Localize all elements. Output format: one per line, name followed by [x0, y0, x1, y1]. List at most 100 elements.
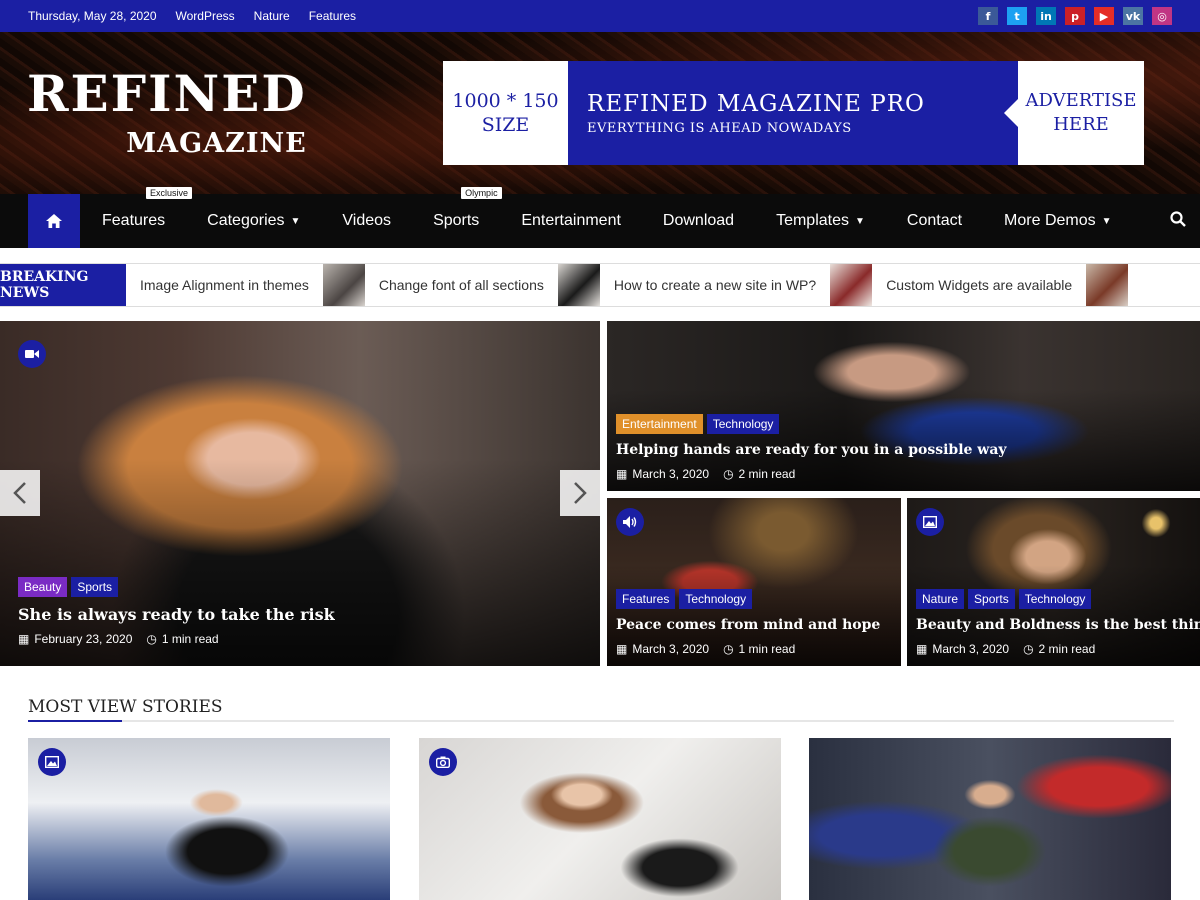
post-date-text: March 3, 2020	[632, 642, 710, 656]
nav-item-entertainment[interactable]: Entertainment	[521, 212, 621, 230]
story-card[interactable]	[28, 738, 390, 900]
ad-banner-center: REFINED MAGAZINE PRO EVERYTHING IS AHEAD…	[568, 61, 1018, 165]
breaking-news-thumbnail[interactable]	[322, 264, 365, 306]
slider-prev-button[interactable]	[0, 470, 40, 516]
post-meta: ▦ March 3, 2020 ◷ 2 min read	[916, 642, 1095, 656]
category-badge[interactable]: Technology	[679, 589, 753, 609]
post-title[interactable]: She is always ready to take the risk	[18, 605, 335, 624]
breaking-news-item[interactable]: How to create a new site in WP?	[600, 264, 830, 306]
image-icon	[923, 516, 937, 528]
nav-item-label: More Demos	[1004, 212, 1096, 229]
post-read-text: 2 min read	[738, 467, 796, 481]
nav-item-contact[interactable]: Contact	[907, 212, 962, 230]
post-date: ▦ March 3, 2020	[616, 467, 709, 481]
breaking-news-item[interactable]: Image Alignment in themes	[126, 264, 323, 306]
post-meta: ▦ February 23, 2020 ◷ 1 min read	[18, 632, 219, 646]
category-badge[interactable]: Technology	[706, 414, 780, 434]
calendar-icon: ▦	[18, 632, 30, 646]
category-badge[interactable]: Entertainment	[616, 414, 703, 434]
slider-next-button[interactable]	[560, 470, 600, 516]
calendar-icon: ▦	[616, 642, 628, 656]
main-navigation: Features Exclusive Categories ▼ Videos Sports…	[0, 187, 1200, 248]
breaking-news-thumbnail[interactable]	[557, 264, 600, 306]
post-read-text: 1 min read	[738, 642, 796, 656]
camera-badge	[429, 748, 457, 776]
youtube-icon[interactable]: ▶	[1094, 7, 1114, 25]
top-link-wordpress[interactable]: WordPress	[176, 9, 235, 23]
image-badge	[38, 748, 66, 776]
category-badge[interactable]: Technology	[1018, 589, 1092, 609]
ad-advertise-line-1: ADVERTISE	[1025, 90, 1137, 111]
post-date: ▦ March 3, 2020	[616, 642, 709, 656]
clock-icon: ◷	[146, 632, 157, 646]
camera-icon	[436, 756, 450, 768]
post-meta: ▦ March 3, 2020 ◷ 2 min read	[616, 467, 795, 481]
post-title[interactable]: Beauty and Boldness is the best thing to…	[916, 617, 1200, 633]
nav-item-categories[interactable]: Categories ▼	[207, 212, 300, 230]
video-icon	[18, 340, 46, 368]
nav-item-download[interactable]: Download	[663, 212, 734, 230]
pinterest-icon[interactable]: p	[1065, 7, 1085, 25]
logo-line-2: MAGAZINE	[126, 128, 307, 159]
breaking-news-text: How to create a new site in WP?	[613, 277, 817, 293]
breaking-news-text: Image Alignment in themes	[140, 277, 309, 293]
post-date-text: February 23, 2020	[34, 632, 133, 646]
post-read-text: 1 min read	[161, 632, 219, 646]
nav-item-features[interactable]: Features Exclusive	[102, 187, 193, 230]
post-date-text: March 3, 2020	[932, 642, 1010, 656]
instagram-icon[interactable]: ◎	[1152, 7, 1172, 25]
breaking-news-text: Change font of all sections	[378, 277, 544, 293]
twitter-icon[interactable]: t	[1007, 7, 1027, 25]
home-button[interactable]	[28, 194, 80, 248]
header-advertisement[interactable]: 1000 * 150 SIZE REFINED MAGAZINE PRO EVE…	[443, 61, 1144, 165]
post-meta: ▦ March 3, 2020 ◷ 1 min read	[616, 642, 795, 656]
category-badge[interactable]: Sports	[71, 577, 119, 597]
linkedin-icon[interactable]: in	[1036, 7, 1056, 25]
nav-item-templates[interactable]: Templates ▼	[776, 212, 865, 230]
post-title[interactable]: Peace comes from mind and hope	[616, 617, 880, 633]
category-badge[interactable]: Nature	[916, 589, 965, 609]
category-badge[interactable]: Beauty	[18, 577, 68, 597]
top-link-nature[interactable]: Nature	[254, 9, 290, 23]
nav-item-label: Entertainment	[521, 212, 621, 229]
breaking-news-ticker: BREAKING NEWS Image Alignment in themes …	[0, 263, 1200, 307]
top-link-features[interactable]: Features	[309, 9, 356, 23]
featured-post-top-right[interactable]: Entertainment Technology Helping hands a…	[607, 321, 1200, 491]
calendar-icon: ▦	[616, 467, 628, 481]
facebook-icon[interactable]: f	[978, 7, 998, 25]
logo-line-1: REFINED	[27, 64, 307, 123]
breaking-news-item[interactable]: Custom Widgets are available	[872, 264, 1086, 306]
featured-post-bottom-right[interactable]: Nature Sports Technology Beauty and Bold…	[907, 498, 1200, 666]
nav-item-videos[interactable]: Videos	[342, 212, 391, 230]
nav-item-label: Download	[662, 212, 735, 229]
story-card[interactable]	[809, 738, 1171, 900]
site-logo[interactable]: REFINED MAGAZINE	[27, 64, 307, 160]
chevron-left-icon	[13, 482, 26, 504]
nav-item-tag: Olympic	[461, 187, 502, 199]
post-date: ▦ March 3, 2020	[916, 642, 1009, 656]
featured-post-bottom-left[interactable]: Features Technology Peace comes from min…	[607, 498, 901, 666]
post-read-text: 2 min read	[1038, 642, 1096, 656]
ad-subtitle: EVERYTHING IS AHEAD NOWADAYS	[587, 120, 852, 136]
category-badge[interactable]: Features	[616, 589, 676, 609]
clock-icon: ◷	[723, 467, 734, 481]
ad-size-box: 1000 * 150 SIZE	[443, 61, 568, 165]
ad-size-line-1: 1000 * 150	[452, 90, 559, 112]
ad-advertise-line-2: HERE	[1053, 114, 1109, 135]
post-title[interactable]: Helping hands are ready for you in a pos…	[616, 442, 1007, 458]
category-badge[interactable]: Sports	[968, 589, 1015, 609]
breaking-news-item[interactable]: Change font of all sections	[365, 264, 558, 306]
site-header: REFINED MAGAZINE 1000 * 150 SIZE REFINED…	[0, 32, 1200, 194]
breaking-news-thumbnail[interactable]	[1086, 264, 1129, 306]
breaking-news-thumbnail[interactable]	[830, 264, 873, 306]
calendar-icon: ▦	[916, 642, 928, 656]
chevron-right-icon	[574, 482, 587, 504]
nav-item-sports[interactable]: Sports Olympic	[433, 187, 502, 230]
story-card[interactable]	[419, 738, 781, 900]
top-bar: Thursday, May 28, 2020 WordPress Nature …	[0, 0, 1200, 32]
featured-post-main[interactable]: Beauty Sports She is always ready to tak…	[0, 321, 600, 666]
search-button[interactable]	[1170, 211, 1186, 232]
nav-item-tag: Exclusive	[146, 187, 193, 199]
vk-icon[interactable]: vk	[1123, 7, 1143, 25]
nav-item-more-demos[interactable]: More Demos ▼	[1004, 212, 1111, 230]
